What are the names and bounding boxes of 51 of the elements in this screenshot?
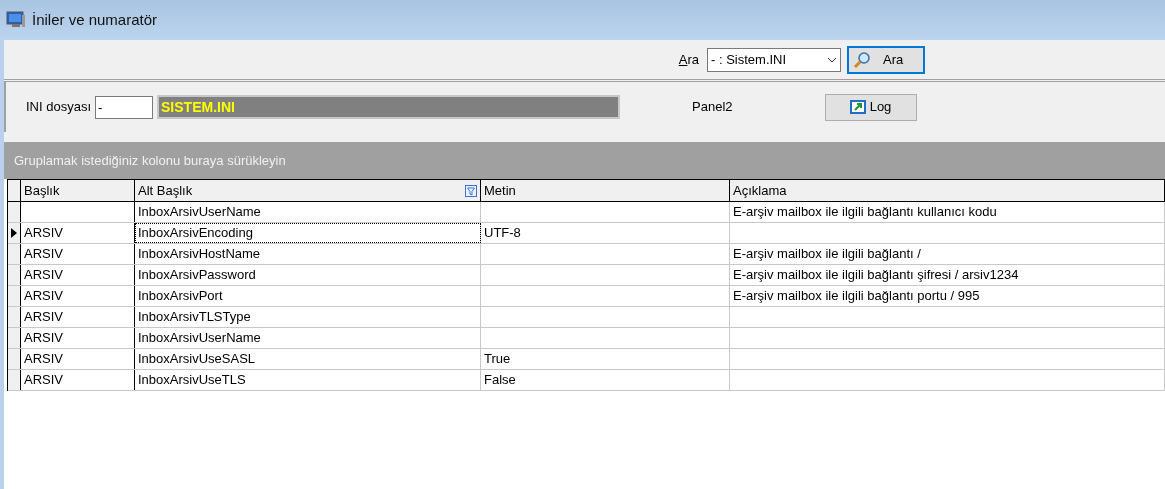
window-title: İniler ve numaratör	[32, 9, 158, 30]
row-indicator[interactable]	[8, 223, 21, 243]
table-cell: True	[481, 349, 730, 369]
panel-label: Panel2	[692, 98, 733, 117]
row-indicator[interactable]	[8, 202, 21, 222]
search-button[interactable]: Ara	[847, 45, 925, 74]
table-cell: InboxArsivEncoding	[135, 223, 481, 243]
table-cell: InboxArsivUseSASL	[135, 349, 481, 369]
table-cell: InboxArsivTLSType	[135, 307, 481, 327]
search-dropdown[interactable]: - : Sistem.INI	[707, 47, 841, 72]
ini-code-field[interactable]: -	[95, 95, 154, 119]
log-button[interactable]: Log	[824, 93, 917, 121]
table-cell: False	[481, 370, 730, 390]
table-cell: InboxArsivPassword	[135, 265, 481, 285]
row-indicator[interactable]	[8, 286, 21, 306]
column-header[interactable]: Başlık	[21, 180, 135, 201]
filter-icon[interactable]	[465, 184, 477, 197]
row-indicator[interactable]	[8, 349, 21, 369]
group-hint: Gruplamak istediğiniz kolonu buraya sürükleyin	[14, 151, 286, 170]
ini-file-label: INI dosyası	[26, 98, 92, 117]
table-cell: ARSIV	[21, 244, 135, 264]
table-cell: ARSIV	[21, 349, 135, 369]
row-indicator[interactable]	[8, 328, 21, 348]
table-cell: InboxArsivUserName	[135, 328, 481, 348]
table-cell: InboxArsivHostName	[135, 244, 481, 264]
column-header[interactable]: Alt Başlık	[135, 180, 481, 201]
table-cell: ARSIV	[21, 307, 135, 327]
table-cell: E-arşiv mailbox ile ilgili bağlantı kullanıcı kodu	[730, 202, 1165, 222]
row-indicator[interactable]	[8, 244, 21, 264]
column-header[interactable]: Metin	[481, 180, 730, 201]
monitor-icon	[6, 11, 26, 29]
row-indicator[interactable]	[8, 265, 21, 285]
table-cell: ARSIV	[21, 328, 135, 348]
table-cell: E-arşiv mailbox ile ilgili bağlantı /	[730, 244, 1165, 264]
table-cell: InboxArsivUseTLS	[135, 370, 481, 390]
ini-name-field: SISTEM.INI	[157, 95, 621, 119]
table-cell: InboxArsivUserName	[135, 202, 481, 222]
table-cell: E-arşiv mailbox ile ilgili bağlantı şifresi / arsiv1234	[730, 265, 1165, 285]
chevron-down-icon	[827, 56, 837, 63]
table-cell: UTF-8	[481, 223, 730, 243]
table-cell: ARSIV	[21, 286, 135, 306]
row-indicator[interactable]	[8, 307, 21, 327]
table-cell: ARSIV	[21, 370, 135, 390]
search-label: Ara	[678, 50, 699, 69]
row-indicator[interactable]	[8, 370, 21, 390]
search-icon	[853, 50, 871, 69]
table-cell: E-arşiv mailbox ile ilgili bağlantı portu / 995	[730, 286, 1165, 306]
table-cell: ARSIV	[21, 223, 135, 243]
column-header[interactable]: Açıklama	[730, 180, 1165, 201]
table-cell: ARSIV	[21, 265, 135, 285]
table-cell: InboxArsivPort	[135, 286, 481, 306]
